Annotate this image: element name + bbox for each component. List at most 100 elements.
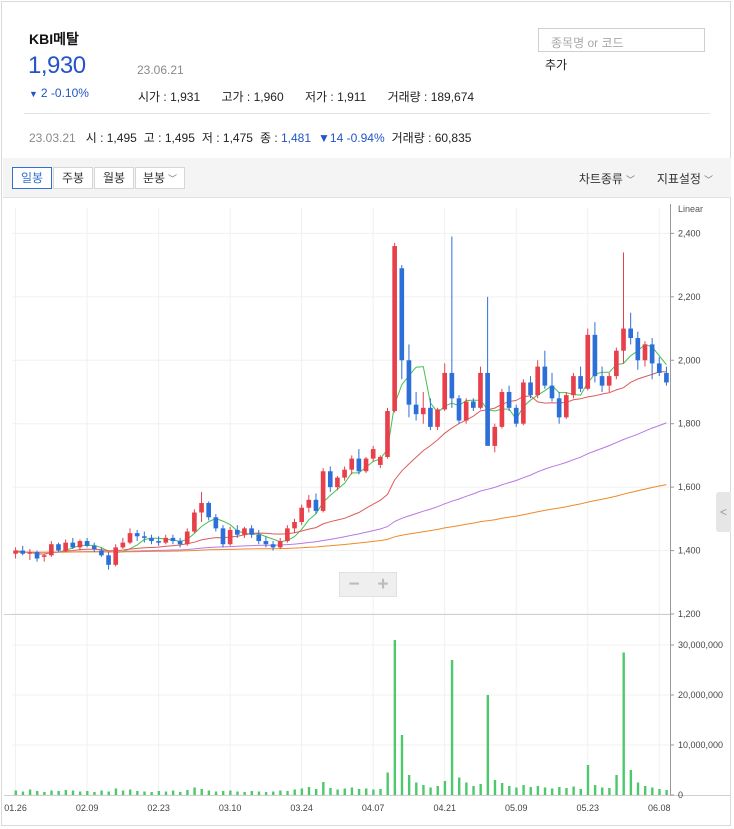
zoom-in-button[interactable]: +	[369, 573, 397, 596]
volume-bar	[665, 790, 668, 795]
candle-body	[628, 328, 633, 339]
volume-bar	[200, 789, 203, 795]
volume-bar	[593, 785, 597, 795]
candle-body	[499, 391, 505, 427]
candle-body	[163, 537, 169, 543]
candle-body	[320, 471, 326, 511]
ma5-line	[15, 343, 667, 555]
candle-body	[385, 411, 390, 457]
candle-body	[406, 360, 412, 405]
price-tick-label: 2,400	[678, 228, 701, 238]
candle-body	[41, 555, 47, 557]
volume-bar	[114, 788, 118, 795]
candle-body	[192, 512, 197, 532]
volume-bar	[608, 788, 611, 795]
volume-bar	[500, 783, 504, 795]
candle-body	[34, 552, 40, 559]
candle-body	[20, 550, 26, 554]
x-tick-label: 03.10	[219, 803, 242, 813]
volume-bar	[415, 782, 418, 795]
volume-bar	[443, 781, 447, 795]
candle-body	[485, 372, 490, 446]
candle-body	[549, 385, 555, 399]
scale-label: Linear	[678, 204, 703, 214]
candle-body	[220, 528, 226, 545]
candle-body	[449, 372, 455, 399]
candle-body	[585, 334, 591, 389]
volume-bar	[14, 790, 17, 795]
price-tick-label: 1,800	[678, 419, 701, 429]
x-tick-label: 06.08	[648, 803, 671, 813]
candle-body	[356, 458, 362, 472]
candle-body	[370, 449, 376, 459]
candle-body	[335, 477, 340, 488]
volume-bar	[536, 786, 540, 795]
candle-body	[413, 404, 419, 415]
candle-body	[91, 545, 97, 549]
candle-body	[156, 541, 161, 543]
candle-body	[170, 537, 176, 542]
candle-body	[213, 517, 219, 529]
candle-body	[149, 537, 154, 542]
candle-body	[120, 542, 126, 548]
candle-body	[563, 395, 569, 418]
volume-bar	[386, 772, 389, 795]
candle-body	[463, 401, 469, 421]
price-tick-label: 1,400	[678, 546, 701, 556]
volume-bar	[365, 788, 368, 795]
stock-widget: KBI메탈 1,930 ▼ 2 -0.10% 23.06.21 시가 : 1,93…	[1, 1, 731, 826]
volume-bar	[272, 791, 275, 795]
zoom-out-button[interactable]: −	[340, 573, 368, 596]
volume-bar	[479, 784, 482, 795]
candle-body	[342, 469, 347, 478]
volume-bar	[579, 789, 582, 795]
candle-body	[528, 382, 533, 396]
candle-body	[299, 507, 304, 523]
volume-bar	[450, 660, 454, 795]
volume-bar	[400, 735, 404, 795]
candle-body	[542, 366, 548, 386]
volume-bar	[136, 791, 139, 795]
candle-body	[249, 528, 254, 535]
candle-body	[571, 376, 576, 396]
candle-body	[442, 372, 448, 410]
volume-bar	[529, 787, 532, 795]
volume-bar	[171, 790, 175, 795]
volume-bar	[522, 785, 525, 795]
candle-body	[456, 398, 462, 421]
volume-bar	[515, 787, 518, 795]
volume-bar	[214, 791, 218, 795]
volume-bar	[257, 791, 261, 795]
candle-body	[535, 366, 541, 396]
x-tick-label: 01.26	[4, 803, 27, 813]
volume-bar	[150, 792, 153, 795]
candle-body	[649, 344, 655, 364]
candle-body	[349, 458, 355, 470]
volume-bar	[21, 791, 25, 795]
x-tick-label: 03.24	[290, 803, 313, 813]
candle-body	[327, 471, 333, 488]
volume-bar	[286, 791, 289, 795]
candle-body	[635, 338, 641, 361]
volume-bar	[43, 792, 46, 795]
candle-body	[292, 522, 297, 529]
candle-body	[285, 528, 290, 542]
candle-body	[363, 458, 369, 472]
volume-bar	[458, 777, 461, 795]
candle-body	[277, 541, 283, 548]
candle-body	[27, 552, 33, 554]
candle-body	[599, 376, 605, 386]
stock-chart[interactable]: Linear 1,200 1,400 1,600 1,800 2,000 2,200 2,40…	[2, 2, 732, 827]
volume-bar	[186, 790, 189, 795]
volume-tick-label: 20,000,000	[678, 690, 723, 700]
volume-bar	[293, 789, 296, 795]
volume-bar	[558, 787, 561, 795]
volume-bar	[465, 782, 468, 795]
candle-body	[141, 536, 147, 538]
volume-bar	[193, 787, 196, 795]
side-panel-toggle[interactable]: <	[716, 492, 731, 532]
candle-body	[556, 398, 562, 418]
x-tick-label: 05.09	[505, 803, 528, 813]
candle-body	[84, 541, 90, 546]
candle-body	[113, 547, 119, 565]
